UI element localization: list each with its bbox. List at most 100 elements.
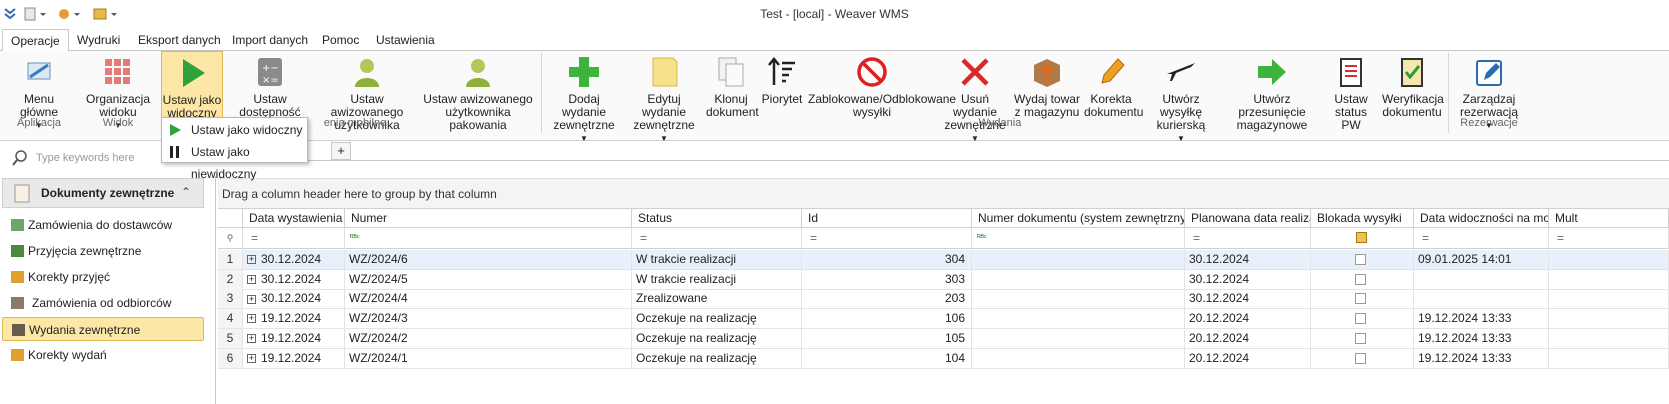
zablokowane-button[interactable]: Zablokowane/Odblokowane wysyłki xyxy=(808,51,956,124)
column-header-mult[interactable]: Mult xyxy=(1549,209,1669,228)
utworz-przesuniecie-button[interactable]: Utwórz przesunięcie magazynowe xyxy=(1224,51,1320,132)
cell-data-wystawienia[interactable]: +30.12.2024 xyxy=(243,269,345,290)
filter-cell[interactable]: = xyxy=(243,228,345,249)
usun-wydanie-button[interactable]: Usuń wydanie zewnętrzne ▼ xyxy=(940,51,1010,143)
cell-status[interactable]: W trakcie realizacji xyxy=(632,269,802,290)
cell-data-wystawienia[interactable]: +19.12.2024 xyxy=(243,348,345,369)
column-header-data-widocznosci[interactable]: Data widoczności na mobil... xyxy=(1414,209,1549,228)
cell-id[interactable]: 106 xyxy=(802,309,972,330)
zarzadzaj-rezerwacja-button[interactable]: Zarządzaj rezerwacją ▼ xyxy=(1454,51,1524,130)
nav-item-wydania-zewnetrzne[interactable]: Wydania zewnętrzne xyxy=(2,317,204,341)
filter-cell-text[interactable]: ᴿᴮᶜ xyxy=(972,228,1185,249)
tab-import-danych[interactable]: Import danych xyxy=(224,29,316,51)
expand-row-icon[interactable]: + xyxy=(247,353,256,363)
cell-id[interactable]: 203 xyxy=(802,289,972,310)
cell-data-widocznosci[interactable]: 09.01.2025 14:01 xyxy=(1414,250,1549,270)
nav-item-korekty-przyjec[interactable]: Korekty przyjęć xyxy=(2,265,204,289)
cell-data-wystawienia[interactable]: +19.12.2024 xyxy=(243,309,345,330)
column-header-status[interactable]: Status xyxy=(632,209,802,228)
cell-numer[interactable]: WZ/2024/4 xyxy=(345,289,632,310)
tab-operacje[interactable]: Operacje xyxy=(2,29,69,52)
filter-cell[interactable]: = xyxy=(1185,228,1311,249)
cell-data-wystawienia[interactable]: +30.12.2024 xyxy=(243,289,345,310)
cell-numer[interactable]: WZ/2024/2 xyxy=(345,328,632,349)
cell-numer-zewnetrzny[interactable] xyxy=(972,309,1185,330)
piorytet-button[interactable]: Piorytet xyxy=(760,51,804,124)
checkbox[interactable] xyxy=(1355,273,1366,285)
cell-data-wystawienia[interactable]: +19.12.2024 xyxy=(243,328,345,349)
dodaj-wydanie-button[interactable]: Dodaj wydanie zewnętrzne ▼ xyxy=(548,51,620,143)
menu-glowne-button[interactable]: Menu główne ▼ xyxy=(4,51,74,130)
expand-row-icon[interactable]: + xyxy=(247,334,256,344)
cell-numer-zewnetrzny[interactable] xyxy=(972,250,1185,270)
search-input[interactable]: Type keywords here xyxy=(36,152,134,164)
column-header-planowana-data[interactable]: Planowana data realizacji xyxy=(1185,209,1311,228)
cell-data-widocznosci[interactable] xyxy=(1414,289,1549,310)
cell-data-widocznosci[interactable]: 19.12.2024 13:33 xyxy=(1414,348,1549,369)
checkbox[interactable] xyxy=(1355,254,1366,265)
checkbox[interactable] xyxy=(1355,332,1366,344)
checkbox[interactable] xyxy=(1355,352,1366,364)
cell-numer[interactable]: WZ/2024/5 xyxy=(345,269,632,290)
column-header-blokada[interactable]: Blokada wysyłki xyxy=(1311,209,1414,228)
wydaj-towar-button[interactable]: Wydaj towar z magazynu xyxy=(1014,51,1080,124)
cell-planowana-data[interactable]: 20.12.2024 xyxy=(1185,328,1311,349)
cell-planowana-data[interactable]: 20.12.2024 xyxy=(1185,348,1311,369)
expand-row-icon[interactable]: + xyxy=(247,294,256,304)
cell-planowana-data[interactable]: 20.12.2024 xyxy=(1185,309,1311,330)
korekta-button[interactable]: Korekta dokumentu xyxy=(1084,51,1143,124)
menu-item-ustaw-widoczny[interactable]: Ustaw jako widoczny xyxy=(162,119,307,141)
cell-status[interactable]: Oczekuje na realizację xyxy=(632,309,802,330)
cell-numer[interactable]: WZ/2024/6 xyxy=(345,250,632,270)
tab-pomoc[interactable]: Pomoc xyxy=(314,29,367,51)
cell-blokada[interactable] xyxy=(1311,348,1414,369)
cell-mult[interactable] xyxy=(1549,328,1669,349)
cell-data-widocznosci[interactable]: 19.12.2024 13:33 xyxy=(1414,328,1549,349)
cell-numer[interactable]: WZ/2024/3 xyxy=(345,309,632,330)
cell-mult[interactable] xyxy=(1549,289,1669,310)
tab-wydruki[interactable]: Wydruki xyxy=(69,29,128,51)
filter-cell-text[interactable]: ᴿᴮᶜ xyxy=(345,228,632,249)
cell-status[interactable]: Oczekuje na realizację xyxy=(632,348,802,369)
checkbox[interactable] xyxy=(1355,313,1366,325)
column-header-data-wystawienia[interactable]: Data wystawienia ▼ xyxy=(243,209,345,228)
ustaw-awizowanego-button[interactable]: Ustaw awizowanego użytkownika xyxy=(319,51,415,132)
cell-planowana-data[interactable]: 30.12.2024 xyxy=(1185,289,1311,310)
cell-data-wystawienia[interactable]: +30.12.2024 xyxy=(243,250,345,270)
cell-blokada[interactable] xyxy=(1311,309,1414,330)
tab-ustawienia[interactable]: Ustawienia xyxy=(368,29,443,51)
klonuj-button[interactable]: Klonuj dokument xyxy=(706,51,759,124)
column-header-id[interactable]: Id xyxy=(802,209,972,228)
menu-item-ustaw-niewidoczny[interactable]: Ustaw jako niewidoczny xyxy=(162,141,307,181)
expand-row-icon[interactable]: + xyxy=(247,275,256,285)
cell-status[interactable]: Oczekuje na realizację xyxy=(632,328,802,349)
cell-numer[interactable]: WZ/2024/1 xyxy=(345,348,632,369)
filter-cell[interactable]: = xyxy=(632,228,802,249)
cell-blokada[interactable] xyxy=(1311,269,1414,290)
weryfikacja-button[interactable]: Weryfikacja dokumentu xyxy=(1382,51,1444,124)
add-tab-button[interactable]: + xyxy=(331,142,351,160)
chevron-up-icon[interactable]: ⌃ xyxy=(181,185,191,199)
cell-blokada[interactable] xyxy=(1311,289,1414,310)
cell-id[interactable]: 303 xyxy=(802,269,972,290)
column-header-numer-zewnetrzny[interactable]: Numer dokumentu (system zewnętrzny) xyxy=(972,209,1185,228)
filter-cell[interactable]: = xyxy=(1549,228,1669,249)
checkbox[interactable] xyxy=(1355,293,1366,305)
cell-numer-zewnetrzny[interactable] xyxy=(972,328,1185,349)
cell-planowana-data[interactable]: 30.12.2024 xyxy=(1185,250,1311,270)
cell-mult[interactable] xyxy=(1549,348,1669,369)
cell-mult[interactable] xyxy=(1549,309,1669,330)
cell-numer-zewnetrzny[interactable] xyxy=(972,269,1185,290)
nav-item-korekty-wydan[interactable]: Korekty wydań xyxy=(2,343,204,367)
cell-id[interactable]: 104 xyxy=(802,348,972,369)
ustaw-jako-widoczny-button[interactable]: Ustaw jako widoczny▼ xyxy=(161,51,223,131)
cell-status[interactable]: W trakcie realizacji xyxy=(632,250,802,270)
column-header-numer[interactable]: Numer xyxy=(345,209,632,228)
filter-cell[interactable]: = xyxy=(802,228,972,249)
cell-status[interactable]: Zrealizowane xyxy=(632,289,802,310)
cell-numer-zewnetrzny[interactable] xyxy=(972,289,1185,310)
ustaw-awizowanego-pakowania-button[interactable]: Ustaw awizowanego użytkownika pakowania xyxy=(420,51,536,132)
cell-blokada[interactable] xyxy=(1311,250,1414,270)
cell-blokada[interactable] xyxy=(1311,328,1414,349)
filter-cell-checkbox[interactable] xyxy=(1311,228,1414,249)
